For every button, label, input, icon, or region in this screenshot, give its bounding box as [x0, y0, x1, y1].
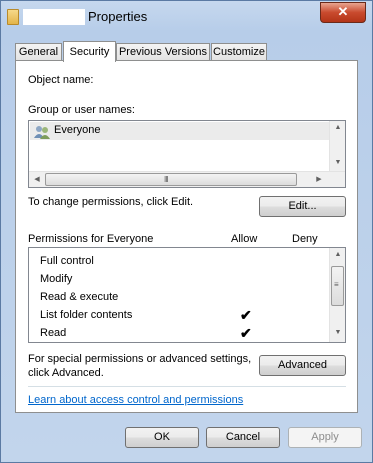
user-list[interactable]: Everyone ▲ ▼ ◀ III ▶	[28, 120, 346, 188]
horizontal-scrollbar[interactable]: ◀ III ▶	[29, 171, 345, 187]
scroll-thumb-horizontal[interactable]: III	[45, 173, 297, 186]
list-item: Modify	[40, 273, 73, 285]
cancel-button[interactable]: Cancel	[206, 427, 280, 448]
vertical-scrollbar[interactable]: ▲ ▼	[329, 121, 345, 171]
allow-check-icon: ✔	[240, 307, 252, 323]
list-item[interactable]: Everyone	[30, 122, 330, 140]
advanced-button[interactable]: Advanced	[259, 355, 346, 376]
scroll-thumb-vertical[interactable]: ≡	[331, 266, 344, 306]
tab-previous-versions[interactable]: Previous Versions	[116, 43, 210, 61]
tab-security[interactable]: Security	[63, 41, 116, 62]
allow-check-icon: ✔	[240, 325, 252, 341]
change-permissions-text: To change permissions, click Edit.	[28, 196, 194, 208]
redacted-filename	[23, 9, 85, 25]
user-name: Everyone	[54, 124, 101, 136]
scroll-down-icon[interactable]: ▼	[330, 329, 346, 336]
ok-button[interactable]: OK	[125, 427, 199, 448]
special-permissions-text-2: click Advanced.	[28, 367, 104, 379]
list-item: Full control	[40, 255, 94, 267]
folder-icon	[7, 9, 19, 25]
allow-header: Allow	[231, 233, 258, 245]
close-button[interactable]: ✕	[320, 2, 366, 23]
title-bar[interactable]: Properties ✕	[1, 1, 372, 31]
users-icon	[34, 126, 50, 139]
window-title: Properties	[88, 9, 148, 24]
security-panel: Object name: Group or user names: Everyo…	[15, 60, 358, 413]
scroll-down-icon[interactable]: ▼	[330, 159, 346, 166]
apply-button[interactable]: Apply	[288, 427, 362, 448]
scroll-up-icon[interactable]: ▲	[330, 124, 346, 131]
scroll-up-icon[interactable]: ▲	[330, 251, 346, 258]
list-item: List folder contents	[40, 309, 133, 321]
special-permissions-text: For special permissions or advanced sett…	[28, 353, 252, 365]
learn-more-link[interactable]: Learn about access control and permissio…	[28, 394, 243, 406]
scroll-right-icon[interactable]: ▶	[311, 175, 327, 183]
edit-button[interactable]: Edit...	[259, 196, 346, 217]
tab-customize[interactable]: Customize	[211, 43, 267, 61]
list-item: Read & execute	[40, 291, 119, 303]
properties-window: Properties ✕ General Security Previous V…	[0, 0, 373, 463]
scroll-left-icon[interactable]: ◀	[29, 175, 45, 183]
permissions-list: Full control Modify Read & execute List …	[28, 247, 346, 343]
divider	[28, 386, 346, 387]
grip-icon: ≡	[334, 280, 339, 289]
grip-icon: III	[164, 175, 169, 184]
group-names-label: Group or user names:	[28, 104, 135, 116]
vertical-scrollbar[interactable]: ▲ ≡ ▼	[329, 248, 345, 342]
permissions-header: Permissions for Everyone	[28, 233, 154, 245]
deny-header: Deny	[292, 233, 318, 245]
list-item: Read	[40, 327, 67, 339]
object-name-label: Object name:	[28, 74, 94, 86]
tab-general[interactable]: General	[15, 43, 62, 61]
